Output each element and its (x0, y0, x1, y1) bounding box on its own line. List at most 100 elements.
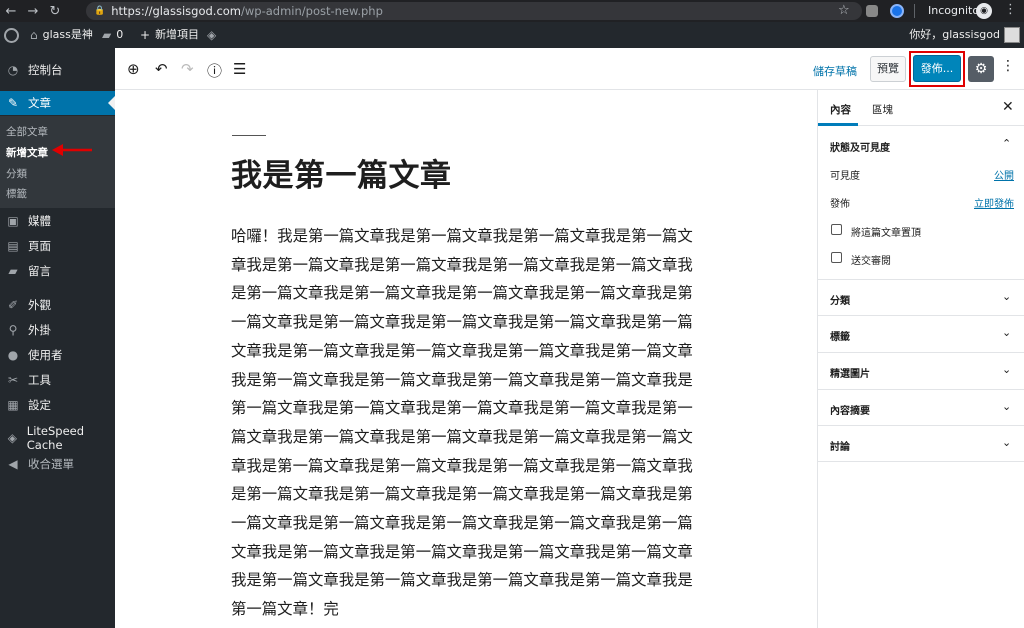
section-title: 精選圖片 (830, 369, 870, 380)
section-title: 標籤 (830, 332, 850, 343)
title-divider (232, 135, 266, 136)
block-navigation-icon[interactable]: ☰ (233, 60, 246, 78)
new-item-label: 新增項目 (155, 28, 200, 41)
publish-label: 發佈 (830, 199, 850, 210)
post-title[interactable]: 我是第一篇文章 (231, 150, 452, 195)
submenu-new-post[interactable]: 新增文章 (6, 145, 48, 160)
extension-icon[interactable] (866, 5, 878, 17)
sidebar-item-posts[interactable]: ✎ 文章 (0, 91, 115, 115)
site-name-link[interactable]: ⌂ glass是神 (30, 22, 93, 48)
sidebar-item-label: 媒體 (28, 214, 51, 228)
user-greeting[interactable]: 你好，glassisgod (909, 22, 1000, 48)
section-title[interactable]: 狀態及可見度 (830, 139, 890, 154)
avatar[interactable] (1004, 27, 1020, 43)
wordpress-logo-icon[interactable] (4, 22, 20, 48)
sidebar-item-label: LiteSpeed Cache (26, 424, 85, 452)
sidebar-item-settings[interactable]: ▦ 設定 (0, 393, 115, 417)
publish-immediately-link[interactable]: 立即發佈 (974, 195, 1014, 210)
tab-document[interactable]: 內容 (830, 102, 851, 117)
visibility-value-link[interactable]: 公開 (994, 167, 1014, 182)
browser-menu-icon[interactable]: ⋮ (1004, 2, 1017, 17)
settings-sidebar: 內容 區塊 ✕ 狀態及可見度 ⌃ 可見度 公開 發佈 立即發佈 將這篇文章置頂 … (817, 90, 1024, 628)
sidebar-item-label: 控制台 (28, 63, 63, 77)
sidebar-item-appearance[interactable]: ✐ 外觀 (0, 293, 115, 317)
excerpt-section[interactable]: 內容摘要 ⌄ (818, 390, 1024, 426)
comment-icon: ▰ (8, 264, 18, 278)
close-icon[interactable]: ✕ (1002, 99, 1014, 115)
sidebar-item-collapse-menu[interactable]: ◀ 收合選單 (0, 452, 115, 476)
chevron-up-icon[interactable]: ⌃ (1002, 137, 1011, 150)
extension-globe-icon[interactable] (890, 4, 904, 18)
forward-icon[interactable]: → (22, 4, 44, 19)
lock-icon: 🔒 (94, 6, 106, 16)
pending-review-label: 送交審閱 (851, 256, 891, 267)
pin-icon: ✎ (7, 96, 19, 110)
tags-section[interactable]: 標籤 ⌄ (818, 316, 1024, 353)
sidebar-item-users[interactable]: ● 使用者 (0, 343, 115, 367)
dashboard-icon: ◔ (7, 63, 19, 77)
sidebar-item-label: 文章 (28, 96, 51, 110)
preview-button[interactable]: 預覽 (870, 56, 906, 82)
toolbar-divider (914, 4, 915, 18)
brush-icon: ✐ (7, 298, 19, 312)
submenu-tags[interactable]: 標籤 (6, 186, 27, 201)
sidebar-item-plugins[interactable]: ⚲ 外掛 (0, 318, 115, 342)
pending-review-checkbox[interactable] (831, 252, 842, 263)
plugin-icon: ⚲ (8, 323, 18, 337)
more-options-icon[interactable]: ⋮ (1001, 58, 1015, 74)
sidebar-item-label: 外觀 (28, 298, 51, 312)
visibility-label: 可見度 (830, 171, 860, 182)
sidebar-item-dashboard[interactable]: ◔ 控制台 (0, 58, 115, 82)
chevron-down-icon: ⌄ (1002, 326, 1012, 339)
wp-admin-bar: ⌂ glass是神 ▰ 0 + 新增項目 ◈ 你好，glassisgod (0, 22, 1024, 48)
url-host: https://glassisgod.com (111, 4, 242, 18)
sidebar-item-label: 外掛 (28, 323, 51, 337)
reload-icon[interactable]: ↻ (44, 4, 66, 19)
post-body-paragraph[interactable]: 哈囉！我是第一篇文章我是第一篇文章我是第一篇文章我是第一篇文章我是第一篇文章我是… (231, 222, 693, 624)
wrench-icon: ✂ (7, 373, 19, 387)
sidebar-item-pages[interactable]: ▤ 頁面 (0, 234, 115, 258)
undo-icon[interactable]: ↶ (155, 60, 168, 78)
featured-image-section[interactable]: 精選圖片 ⌄ (818, 353, 1024, 390)
comments-link[interactable]: ▰ 0 (102, 22, 123, 48)
sticky-checkbox[interactable] (831, 224, 842, 235)
red-arrow-annotation-icon (52, 144, 92, 156)
submenu-all-posts[interactable]: 全部文章 (6, 124, 48, 139)
comment-bubble-icon: ▰ (102, 28, 112, 42)
sidebar-item-label: 收合選單 (28, 457, 74, 471)
submenu-categories[interactable]: 分類 (6, 166, 27, 181)
chevron-down-icon: ⌄ (1002, 363, 1012, 376)
back-icon[interactable]: ← (0, 4, 22, 19)
section-title: 內容摘要 (830, 406, 870, 417)
settings-gear-icon[interactable]: ⚙ (968, 56, 994, 82)
redo-icon[interactable]: ↷ (181, 60, 194, 78)
add-block-icon[interactable]: ⊕ (127, 60, 140, 78)
url-path: /wp-admin/post-new.php (241, 4, 383, 18)
sidebar-item-label: 設定 (28, 398, 51, 412)
discussion-section[interactable]: 討論 ⌄ (818, 426, 1024, 462)
diamond-icon: ◈ (7, 431, 17, 445)
editor-canvas: 我是第一篇文章 哈囉！我是第一篇文章我是第一篇文章我是第一篇文章我是第一篇文章我… (115, 90, 817, 628)
section-title: 分類 (830, 296, 850, 307)
status-visibility-section: 狀態及可見度 ⌃ 可見度 公開 發佈 立即發佈 將這篇文章置頂 送交審閱 (818, 126, 1024, 280)
sidebar-item-comments[interactable]: ▰ 留言 (0, 259, 115, 283)
incognito-icon[interactable]: ◉ (976, 3, 992, 19)
categories-section[interactable]: 分類 ⌄ (818, 280, 1024, 316)
bookmark-star-icon[interactable]: ☆ (838, 3, 850, 18)
publish-button[interactable]: 發佈... (913, 55, 961, 82)
info-icon[interactable]: ⓘ (207, 60, 222, 81)
sidebar-item-media[interactable]: ▣ 媒體 (0, 209, 115, 233)
chevron-down-icon: ⌄ (1002, 436, 1012, 449)
save-draft-button[interactable]: 儲存草稿 (813, 63, 857, 79)
sidebar-item-tools[interactable]: ✂ 工具 (0, 368, 115, 392)
tab-block[interactable]: 區塊 (872, 102, 893, 117)
page-icon: ▤ (7, 239, 19, 253)
chevron-down-icon: ⌄ (1002, 400, 1012, 413)
litespeed-diamond-icon[interactable]: ◈ (207, 22, 221, 48)
sidebar-item-litespeed-cache[interactable]: ◈ LiteSpeed Cache (0, 424, 115, 452)
site-name: glass是神 (42, 28, 93, 41)
sidebar-item-label: 使用者 (28, 348, 63, 362)
address-bar[interactable]: 🔒 https://glassisgod.com/wp-admin/post-n… (86, 2, 862, 20)
sidebar-item-label: 留言 (28, 264, 51, 278)
new-item-link[interactable]: + 新增項目 (140, 22, 199, 48)
